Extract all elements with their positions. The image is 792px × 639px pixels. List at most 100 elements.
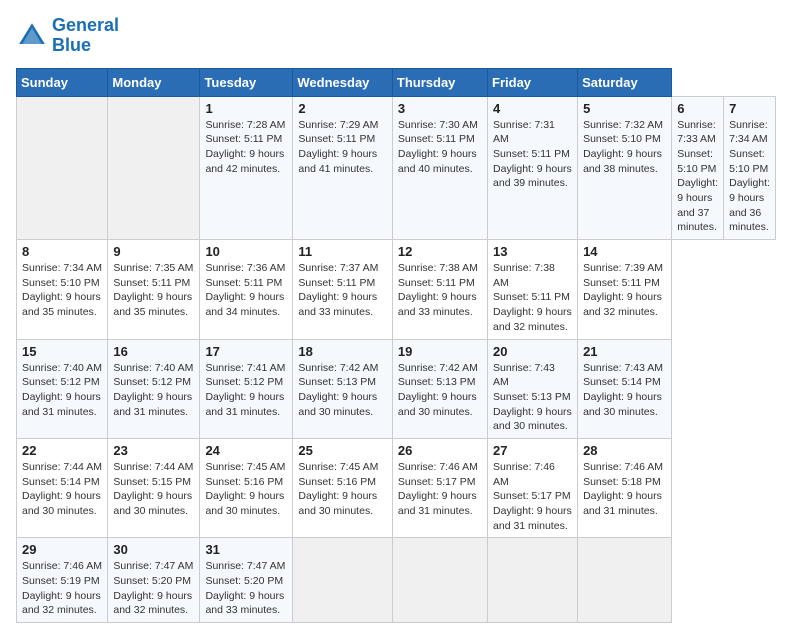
day-cell-8: 8 Sunrise: 7:34 AMSunset: 5:10 PMDaylight… <box>17 240 108 339</box>
day-cell-30: 30 Sunrise: 7:47 AMSunset: 5:20 PMDayligh… <box>108 538 200 623</box>
day-detail: Sunrise: 7:41 AMSunset: 5:12 PMDaylight:… <box>205 361 287 420</box>
day-detail: Sunrise: 7:36 AMSunset: 5:11 PMDaylight:… <box>205 261 287 320</box>
header-saturday: Saturday <box>578 68 672 96</box>
header-wednesday: Wednesday <box>293 68 393 96</box>
day-number: 25 <box>298 443 387 458</box>
day-cell-22: 22Sunrise: 7:44 AMSunset: 5:14 PMDayligh… <box>17 438 108 537</box>
day-number: 16 <box>113 344 194 359</box>
day-cell-10: 10 Sunrise: 7:36 AMSunset: 5:11 PMDayligh… <box>200 240 293 339</box>
day-number: 12 <box>398 244 482 259</box>
day-detail: Sunrise: 7:38 AMSunset: 5:11 PMDaylight:… <box>398 261 482 320</box>
header-monday: Monday <box>108 68 200 96</box>
day-number: 19 <box>398 344 482 359</box>
calendar-week-2: 8 Sunrise: 7:34 AMSunset: 5:10 PMDaylight… <box>17 240 776 339</box>
page-header: General Blue <box>16 16 776 56</box>
logo-icon <box>16 20 48 52</box>
empty-cell <box>488 538 578 623</box>
day-cell-13: 13 Sunrise: 7:38 AMSunset: 5:11 PMDayligh… <box>488 240 578 339</box>
logo-text: General Blue <box>52 16 119 56</box>
calendar-week-3: 15 Sunrise: 7:40 AMSunset: 5:12 PMDayligh… <box>17 339 776 438</box>
day-number: 6 <box>677 101 718 116</box>
day-detail: Sunrise: 7:43 AMSunset: 5:13 PMDaylight:… <box>493 361 572 434</box>
day-cell-16: 16 Sunrise: 7:40 AMSunset: 5:12 PMDayligh… <box>108 339 200 438</box>
day-detail: Sunrise: 7:38 AMSunset: 5:11 PMDaylight:… <box>493 261 572 334</box>
day-number: 30 <box>113 542 194 557</box>
header-friday: Friday <box>488 68 578 96</box>
header-thursday: Thursday <box>392 68 487 96</box>
day-detail: Sunrise: 7:45 AMSunset: 5:16 PMDaylight:… <box>205 460 287 519</box>
day-detail: Sunrise: 7:47 AMSunset: 5:20 PMDaylight:… <box>113 559 194 618</box>
empty-cell <box>293 538 393 623</box>
day-cell-2: 2 Sunrise: 7:29 AMSunset: 5:11 PMDaylight… <box>293 96 393 240</box>
logo: General Blue <box>16 16 119 56</box>
day-cell-26: 26Sunrise: 7:46 AMSunset: 5:17 PMDayligh… <box>392 438 487 537</box>
calendar-week-5: 29Sunrise: 7:46 AMSunset: 5:19 PMDayligh… <box>17 538 776 623</box>
day-number: 1 <box>205 101 287 116</box>
day-number: 31 <box>205 542 287 557</box>
day-cell-9: 9 Sunrise: 7:35 AMSunset: 5:11 PMDaylight… <box>108 240 200 339</box>
day-number: 3 <box>398 101 482 116</box>
day-number: 15 <box>22 344 102 359</box>
day-detail: Sunrise: 7:33 AMSunset: 5:10 PMDaylight:… <box>677 118 718 236</box>
day-detail: Sunrise: 7:32 AMSunset: 5:10 PMDaylight:… <box>583 118 666 177</box>
day-detail: Sunrise: 7:46 AMSunset: 5:19 PMDaylight:… <box>22 559 102 618</box>
day-detail: Sunrise: 7:42 AMSunset: 5:13 PMDaylight:… <box>298 361 387 420</box>
day-cell-27: 27 Sunrise: 7:46 AMSunset: 5:17 PMDayligh… <box>488 438 578 537</box>
day-number: 23 <box>113 443 194 458</box>
empty-cell <box>108 96 200 240</box>
day-cell-17: 17 Sunrise: 7:41 AMSunset: 5:12 PMDayligh… <box>200 339 293 438</box>
day-detail: Sunrise: 7:40 AMSunset: 5:12 PMDaylight:… <box>113 361 194 420</box>
day-detail: Sunrise: 7:37 AMSunset: 5:11 PMDaylight:… <box>298 261 387 320</box>
day-detail: Sunrise: 7:46 AMSunset: 5:18 PMDaylight:… <box>583 460 666 519</box>
day-detail: Sunrise: 7:40 AMSunset: 5:12 PMDaylight:… <box>22 361 102 420</box>
day-detail: Sunrise: 7:28 AMSunset: 5:11 PMDaylight:… <box>205 118 287 177</box>
day-number: 24 <box>205 443 287 458</box>
day-cell-28: 28 Sunrise: 7:46 AMSunset: 5:18 PMDayligh… <box>578 438 672 537</box>
day-cell-18: 18 Sunrise: 7:42 AMSunset: 5:13 PMDayligh… <box>293 339 393 438</box>
day-cell-31: 31Sunrise: 7:47 AMSunset: 5:20 PMDayligh… <box>200 538 293 623</box>
day-cell-20: 20 Sunrise: 7:43 AMSunset: 5:13 PMDayligh… <box>488 339 578 438</box>
day-cell-14: 14 Sunrise: 7:39 AMSunset: 5:11 PMDayligh… <box>578 240 672 339</box>
day-cell-23: 23 Sunrise: 7:44 AMSunset: 5:15 PMDayligh… <box>108 438 200 537</box>
day-number: 26 <box>398 443 482 458</box>
day-number: 28 <box>583 443 666 458</box>
day-detail: Sunrise: 7:45 AMSunset: 5:16 PMDaylight:… <box>298 460 387 519</box>
day-cell-15: 15 Sunrise: 7:40 AMSunset: 5:12 PMDayligh… <box>17 339 108 438</box>
empty-cell <box>17 96 108 240</box>
calendar-table: SundayMondayTuesdayWednesdayThursdayFrid… <box>16 68 776 624</box>
day-number: 14 <box>583 244 666 259</box>
day-detail: Sunrise: 7:34 AMSunset: 5:10 PMDaylight:… <box>22 261 102 320</box>
day-detail: Sunrise: 7:39 AMSunset: 5:11 PMDaylight:… <box>583 261 666 320</box>
day-number: 5 <box>583 101 666 116</box>
day-detail: Sunrise: 7:44 AMSunset: 5:14 PMDaylight:… <box>22 460 102 519</box>
day-detail: Sunrise: 7:46 AMSunset: 5:17 PMDaylight:… <box>493 460 572 533</box>
day-number: 2 <box>298 101 387 116</box>
day-number: 27 <box>493 443 572 458</box>
day-detail: Sunrise: 7:43 AMSunset: 5:14 PMDaylight:… <box>583 361 666 420</box>
day-cell-3: 3 Sunrise: 7:30 AMSunset: 5:11 PMDaylight… <box>392 96 487 240</box>
day-number: 20 <box>493 344 572 359</box>
day-detail: Sunrise: 7:29 AMSunset: 5:11 PMDaylight:… <box>298 118 387 177</box>
day-detail: Sunrise: 7:44 AMSunset: 5:15 PMDaylight:… <box>113 460 194 519</box>
day-detail: Sunrise: 7:35 AMSunset: 5:11 PMDaylight:… <box>113 261 194 320</box>
day-detail: Sunrise: 7:31 AMSunset: 5:11 PMDaylight:… <box>493 118 572 191</box>
empty-cell <box>392 538 487 623</box>
day-detail: Sunrise: 7:30 AMSunset: 5:11 PMDaylight:… <box>398 118 482 177</box>
day-number: 13 <box>493 244 572 259</box>
day-number: 8 <box>22 244 102 259</box>
header-sunday: Sunday <box>17 68 108 96</box>
day-cell-5: 5 Sunrise: 7:32 AMSunset: 5:10 PMDaylight… <box>578 96 672 240</box>
day-cell-25: 25 Sunrise: 7:45 AMSunset: 5:16 PMDayligh… <box>293 438 393 537</box>
day-number: 17 <box>205 344 287 359</box>
day-number: 9 <box>113 244 194 259</box>
day-cell-7: 7Sunrise: 7:34 AMSunset: 5:10 PMDaylight… <box>724 96 776 240</box>
calendar-week-4: 22Sunrise: 7:44 AMSunset: 5:14 PMDayligh… <box>17 438 776 537</box>
day-detail: Sunrise: 7:34 AMSunset: 5:10 PMDaylight:… <box>729 118 770 236</box>
day-number: 18 <box>298 344 387 359</box>
day-cell-4: 4 Sunrise: 7:31 AMSunset: 5:11 PMDaylight… <box>488 96 578 240</box>
day-number: 11 <box>298 244 387 259</box>
day-number: 10 <box>205 244 287 259</box>
calendar-header-row: SundayMondayTuesdayWednesdayThursdayFrid… <box>17 68 776 96</box>
header-tuesday: Tuesday <box>200 68 293 96</box>
day-number: 4 <box>493 101 572 116</box>
